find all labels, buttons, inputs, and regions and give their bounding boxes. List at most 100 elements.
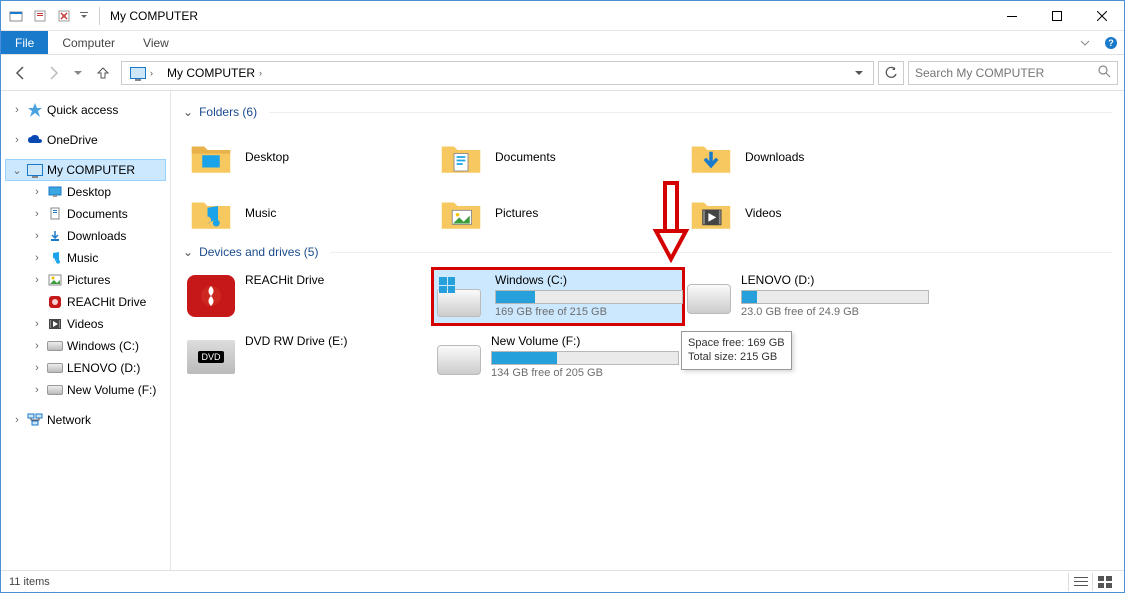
expand-ribbon-icon[interactable] <box>1072 31 1098 54</box>
tree-onedrive[interactable]: › OneDrive <box>5 129 166 151</box>
qat-dropdown-icon[interactable] <box>77 5 91 27</box>
recent-locations-icon[interactable] <box>71 59 85 87</box>
search-icon[interactable] <box>1097 64 1111 81</box>
drive-lenovo-d[interactable]: LENOVO (D:) 23.0 GB free of 24.9 GB <box>683 269 933 324</box>
tree-music[interactable]: ›Music <box>5 247 166 269</box>
breadcrumb-label: My COMPUTER <box>167 66 255 80</box>
folder-documents[interactable]: Documents <box>433 129 683 185</box>
tree-quick-access[interactable]: › Quick access <box>5 99 166 121</box>
monitor-icon <box>27 162 43 178</box>
section-title: Devices and drives (5) <box>199 245 318 259</box>
folder-music[interactable]: Music <box>183 185 433 241</box>
new-folder-icon[interactable] <box>53 5 75 27</box>
tree-lenovo-d[interactable]: ›LENOVO (D:) <box>5 357 166 379</box>
quick-access-toolbar <box>1 5 95 27</box>
monitor-icon <box>130 65 146 81</box>
separator <box>269 112 1112 113</box>
drive-label: DVD RW Drive (E:) <box>245 334 429 348</box>
folder-label: Desktop <box>245 150 289 164</box>
close-button[interactable] <box>1079 1 1124 30</box>
folder-pictures[interactable]: Pictures <box>433 185 683 241</box>
annotation-arrow <box>651 181 691 269</box>
drive-new-volume-f[interactable]: New Volume (F:) 134 GB free of 205 GB <box>433 330 683 385</box>
minimize-button[interactable] <box>989 1 1034 30</box>
collapse-icon[interactable]: ⌄ <box>11 164 23 177</box>
tree-new-volume-f[interactable]: ›New Volume (F:) <box>5 379 166 401</box>
breadcrumb-current[interactable]: My COMPUTER › <box>163 66 266 80</box>
expand-icon[interactable]: › <box>11 134 23 146</box>
tree-downloads[interactable]: ›Downloads <box>5 225 166 247</box>
pictures-folder-icon <box>437 192 485 234</box>
capacity-bar <box>495 290 683 304</box>
hdd-icon <box>437 336 481 378</box>
tree-desktop[interactable]: ›Desktop <box>5 181 166 203</box>
drives-grid: REACHit Drive Windows (C:) 169 GB free o… <box>183 269 1112 391</box>
navigation-tree: › Quick access › OneDrive ⌄ My COMPUTER … <box>1 91 171 570</box>
section-title: Folders (6) <box>199 105 257 119</box>
tree-label: LENOVO (D:) <box>67 361 140 375</box>
music-folder-icon <box>187 192 235 234</box>
folder-label: Pictures <box>495 206 538 220</box>
drive-free-text: 169 GB free of 215 GB <box>495 306 683 318</box>
tree-my-computer[interactable]: ⌄ My COMPUTER <box>5 159 166 181</box>
tree-label: Videos <box>67 317 103 331</box>
file-tab[interactable]: File <box>1 31 48 54</box>
help-icon[interactable]: ? <box>1098 31 1124 54</box>
refresh-button[interactable] <box>878 61 904 85</box>
tree-reachit[interactable]: ›REACHit Drive <box>5 291 166 313</box>
os-drive-icon <box>437 275 485 317</box>
back-button[interactable] <box>7 59 35 87</box>
address-dropdown-icon[interactable] <box>849 62 869 84</box>
breadcrumb-root[interactable]: › <box>126 65 157 81</box>
tree-pictures[interactable]: ›Pictures <box>5 269 166 291</box>
onedrive-icon <box>27 132 43 148</box>
details-view-button[interactable] <box>1068 573 1092 591</box>
drive-label: New Volume (F:) <box>491 334 679 348</box>
section-drives-header[interactable]: ⌄ Devices and drives (5) <box>183 245 1112 259</box>
chevron-right-icon[interactable]: › <box>259 68 262 78</box>
videos-icon <box>47 316 63 332</box>
tab-computer[interactable]: Computer <box>48 31 129 54</box>
status-text: 11 items <box>9 576 50 588</box>
folder-videos[interactable]: Videos <box>683 185 933 241</box>
tree-network[interactable]: › Network <box>5 409 166 431</box>
search-input[interactable] <box>915 66 1097 80</box>
desktop-icon <box>47 184 63 200</box>
content-pane: ⌄ Folders (6) Desktop Documents Download… <box>171 91 1124 570</box>
maximize-button[interactable] <box>1034 1 1079 30</box>
status-bar: 11 items <box>1 570 1124 592</box>
svg-text:?: ? <box>1108 38 1114 48</box>
documents-icon <box>47 206 63 222</box>
tab-view[interactable]: View <box>129 31 183 54</box>
address-bar[interactable]: › My COMPUTER › <box>121 61 874 85</box>
app-menu-icon[interactable] <box>5 5 27 27</box>
expand-icon[interactable]: › <box>11 414 23 426</box>
tree-videos[interactable]: ›Videos <box>5 313 166 335</box>
tree-windows-c[interactable]: ›Windows (C:) <box>5 335 166 357</box>
tree-label: My COMPUTER <box>47 163 135 177</box>
search-box[interactable] <box>908 61 1118 85</box>
drive-icon <box>47 360 63 376</box>
tooltip-line: Total size: 215 GB <box>688 350 785 364</box>
drive-icon <box>47 338 63 354</box>
drive-label: REACHit Drive <box>245 273 429 287</box>
drive-windows-c[interactable]: Windows (C:) 169 GB free of 215 GB <box>433 269 683 324</box>
drive-reachit[interactable]: REACHit Drive <box>183 269 433 324</box>
separator <box>99 7 100 25</box>
up-button[interactable] <box>89 59 117 87</box>
drive-dvd-e[interactable]: DVD DVD RW Drive (E:) <box>183 330 433 385</box>
folder-label: Downloads <box>745 150 804 164</box>
section-folders-header[interactable]: ⌄ Folders (6) <box>183 105 1112 119</box>
folder-downloads[interactable]: Downloads <box>683 129 933 185</box>
tree-label: Pictures <box>67 273 110 287</box>
properties-icon[interactable] <box>29 5 51 27</box>
tree-documents[interactable]: ›Documents <box>5 203 166 225</box>
expand-icon[interactable]: › <box>11 104 23 116</box>
reachit-icon <box>187 275 235 317</box>
music-icon <box>47 250 63 266</box>
folder-desktop[interactable]: Desktop <box>183 129 433 185</box>
chevron-right-icon[interactable]: › <box>150 68 153 78</box>
folder-label: Documents <box>495 150 556 164</box>
large-icons-view-button[interactable] <box>1092 573 1116 591</box>
forward-button[interactable] <box>39 59 67 87</box>
